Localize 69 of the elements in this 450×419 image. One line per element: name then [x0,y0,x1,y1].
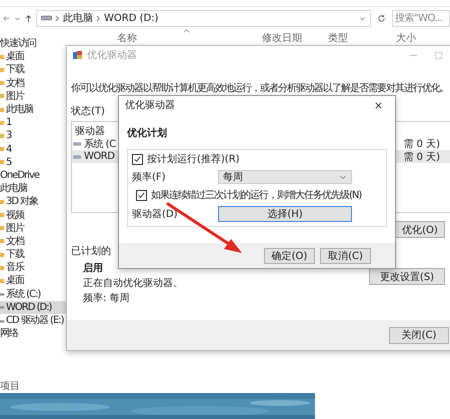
sidebar-item[interactable]: 下载 [0,248,66,262]
column-header[interactable]: 名称 [117,31,137,45]
description-text: 你可以优化驱动器以帮助计算机更高效地运行，或者分析驱动器以了解是否需要对其进行优化。 [71,82,449,95]
chevron-down-icon[interactable] [359,14,366,22]
field-label: 驱动器(D) [132,208,179,221]
refresh-icon[interactable] [377,14,386,22]
sidebar-item[interactable]: 3D 对象 [0,195,66,208]
optimize-button[interactable]: 优化(O) [395,221,445,238]
chevron-right-icon [96,14,101,22]
change-settings-button[interactable]: 更改设置(S) [369,268,445,285]
close-button[interactable]: 关闭(C) [389,326,449,344]
sidebar-item[interactable]: 此电脑 [0,102,66,116]
status-text: 项目 [0,380,20,393]
close-icon[interactable] [374,100,383,110]
sidebar-item[interactable]: 桌面 [0,274,66,288]
sidebar-item[interactable]: 1 [0,116,66,130]
address-bar[interactable]: 此电脑 WORD (D:) [36,10,371,26]
column-header[interactable]: 修改日期 [262,31,302,45]
sidebar-item[interactable]: 图片 [0,90,66,103]
sidebar-item[interactable]: 快速访问 [0,37,66,50]
checkbox[interactable]: 如果连续错过三次计划的运行，则增大任务优先级(N) [136,188,362,202]
status-label: 状态(T) [71,104,105,118]
column-header[interactable]: 大小 [396,31,416,45]
sidebar-item[interactable]: 图片 [0,222,66,235]
window-title: 优化驱动器 [87,49,137,62]
choose-button[interactable]: 选择(H) [218,206,352,222]
schedule-text: 频率: 每周 [83,292,131,305]
sidebar-item[interactable]: WORD (D:) [0,300,66,314]
schedule-state: 启用 [83,261,104,275]
schedule-text: 正在自动优化驱动器。 [83,277,183,290]
sidebar-item[interactable]: 此电脑 [0,182,66,196]
chevron-right-icon [55,14,60,22]
column-header[interactable]: 类型 [328,31,348,45]
frequency-select[interactable]: 每周 [218,170,352,184]
chevron-down-icon [339,173,347,181]
sidebar-item[interactable]: 下载 [0,63,66,77]
window-title: 优化驱动器 [125,99,175,112]
sidebar-item[interactable]: 5 [0,156,66,169]
sidebar-item[interactable]: OneDrive [0,168,66,182]
chevron-down-icon[interactable] [14,14,21,22]
sidebar-item[interactable]: 音乐 [0,261,66,274]
section-label: 已计划的 [71,246,111,257]
sidebar-item[interactable]: 网络 [0,327,66,340]
drive-icon [0,318,5,324]
sidebar-item[interactable]: 3 [0,129,66,142]
dialog-button[interactable]: 取消(C) [320,248,371,264]
checkbox[interactable]: 按计划运行(推荐)(R) [132,152,240,166]
folder-icon [0,198,5,205]
list-header[interactable]: 驱动器 [75,126,105,137]
section-heading: 优化计划 [127,128,167,139]
search-field[interactable]: 搜索"WO... [392,10,450,26]
sidebar-item[interactable]: 桌面 [0,50,66,64]
check-icon [137,190,146,200]
sidebar-item[interactable]: 系统 (C:) [0,288,66,301]
dialog-button[interactable]: 确定(O) [264,248,315,264]
back-icon[interactable] [2,14,11,22]
sidebar-item[interactable]: 4 [0,142,66,156]
sidebar-item[interactable]: 视频 [0,208,66,222]
breadcrumb[interactable]: 此电脑 [63,11,93,25]
field-label: 频率(F) [132,170,167,184]
sidebar-item[interactable]: 文档 [0,234,66,248]
sidebar-item[interactable]: 文档 [0,76,66,90]
sort-icon [183,29,190,33]
sidebar-item[interactable]: CD 驱动器 (E:) [0,314,66,328]
up-icon[interactable] [24,14,33,22]
drive-icon [41,15,52,21]
defrag-icon [73,50,83,60]
breadcrumb[interactable]: WORD (D:) [104,12,158,24]
check-icon [133,154,142,164]
